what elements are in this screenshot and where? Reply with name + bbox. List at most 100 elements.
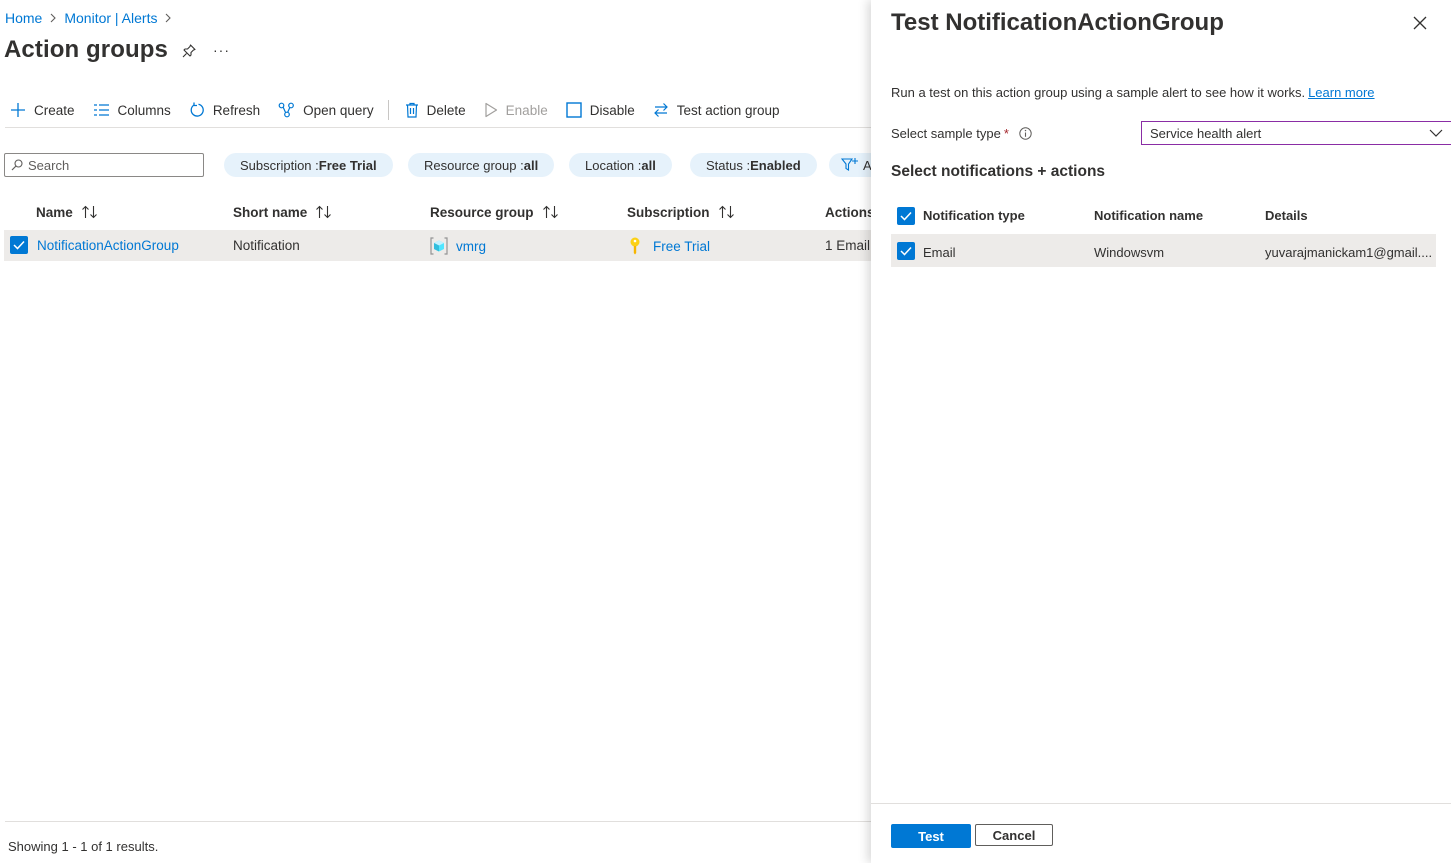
resource-group-icon — [430, 237, 448, 255]
filter-status-key: Status : — [706, 157, 751, 173]
search-box[interactable] — [4, 153, 204, 177]
search-icon — [11, 159, 23, 171]
add-filter-button[interactable]: A — [829, 153, 871, 177]
add-filter-label: A — [863, 157, 871, 173]
more-options-icon[interactable]: ··· — [213, 42, 230, 58]
filter-subscription-value: Free Trial — [318, 157, 377, 173]
key-icon — [630, 237, 640, 255]
open-query-button[interactable]: Open query — [268, 98, 382, 122]
row-subscription-link[interactable]: Free Trial — [653, 239, 710, 254]
test-action-group-panel: Test NotificationActionGroup Run a test … — [871, 0, 1451, 863]
swap-arrows-icon — [653, 103, 668, 117]
disable-button[interactable]: Disable — [556, 98, 643, 122]
notification-row-checkbox[interactable] — [897, 242, 915, 260]
column-header-short-name[interactable]: Short name — [233, 202, 333, 222]
column-header-notification-name: Notification name — [1094, 208, 1204, 223]
column-header-notification-type: Notification type — [923, 208, 1025, 223]
panel-footer-divider — [871, 803, 1451, 804]
sort-icon[interactable] — [542, 205, 560, 219]
delete-label: Delete — [426, 102, 466, 118]
refresh-label: Refresh — [212, 102, 261, 118]
required-marker: * — [1003, 126, 1009, 141]
page-title: Action groups — [4, 36, 168, 63]
learn-more-link[interactable]: Learn more — [1308, 85, 1374, 100]
search-input[interactable] — [28, 157, 188, 173]
column-header-actions[interactable]: Actions — [825, 202, 871, 222]
test-action-group-label: Test action group — [676, 102, 780, 118]
delete-button[interactable]: Delete — [395, 98, 474, 122]
test-action-group-button[interactable]: Test action group — [643, 98, 788, 122]
refresh-icon — [190, 102, 204, 117]
filter-location-value: all — [641, 157, 656, 173]
command-bar: Create Columns Refresh Open query Delete… — [0, 98, 788, 122]
columns-button[interactable]: Columns — [83, 98, 179, 122]
enable-button[interactable]: Enable — [474, 98, 556, 122]
notification-type-cell: Email — [923, 245, 956, 260]
checkmark-icon — [10, 236, 28, 254]
create-button[interactable]: Create — [0, 98, 83, 122]
footer-divider — [5, 821, 871, 822]
filter-resource-group-key: Resource group : — [424, 157, 524, 173]
refresh-button[interactable]: Refresh — [179, 98, 268, 122]
notification-details-cell: yuvarajmanickam1@gmail.... — [1265, 245, 1433, 260]
row-checkbox[interactable] — [10, 236, 28, 254]
column-header-subscription[interactable]: Subscription — [627, 202, 736, 222]
column-header-resource-group[interactable]: Resource group — [430, 202, 560, 222]
sort-icon[interactable] — [718, 205, 736, 219]
sample-type-label: Select sample type * — [891, 126, 1032, 141]
stop-icon — [566, 102, 582, 118]
filter-location[interactable]: Location : all — [569, 153, 672, 177]
panel-description-text: Run a test on this action group using a … — [891, 85, 1306, 100]
row-short-name: Notification — [233, 238, 300, 253]
open-query-label: Open query — [303, 102, 374, 118]
filter-status[interactable]: Status : Enabled — [690, 153, 817, 177]
action-groups-blade: Home Monitor | Alerts Action groups ··· … — [0, 0, 871, 863]
filter-subscription[interactable]: Subscription : Free Trial — [224, 153, 393, 177]
panel-description: Run a test on this action group using a … — [891, 85, 1375, 100]
breadcrumb-home[interactable]: Home — [5, 10, 42, 26]
filter-subscription-key: Subscription : — [240, 157, 319, 173]
add-filter-icon — [841, 158, 858, 171]
play-icon — [485, 102, 497, 118]
notification-name-cell: Windowsvm — [1094, 245, 1165, 260]
filter-resource-group-value: all — [523, 157, 539, 173]
toolbar-divider-line — [5, 127, 871, 128]
filter-resource-group[interactable]: Resource group : all — [408, 153, 555, 177]
breadcrumb-monitor-alerts[interactable]: Monitor | Alerts — [64, 10, 157, 26]
disable-label: Disable — [589, 102, 635, 118]
enable-label: Enable — [505, 102, 548, 118]
chevron-down-icon — [1429, 129, 1443, 137]
cancel-button[interactable]: Cancel — [975, 824, 1053, 846]
trash-icon — [405, 102, 418, 118]
checkmark-icon — [900, 211, 912, 221]
row-subscription[interactable]: Free Trial — [627, 237, 710, 255]
panel-title: Test NotificationActionGroup — [891, 9, 1224, 36]
close-icon[interactable] — [1412, 15, 1428, 31]
columns-label: Columns — [117, 102, 171, 118]
sample-type-dropdown[interactable]: Service health alert — [1141, 121, 1451, 145]
column-header-details: Details — [1265, 208, 1308, 223]
results-count: Showing 1 - 1 of 1 results. — [8, 839, 159, 854]
test-button[interactable]: Test — [891, 824, 971, 848]
row-resource-group-link[interactable]: vmrg — [456, 239, 486, 254]
row-resource-group[interactable]: vmrg — [430, 237, 486, 255]
query-icon — [278, 102, 294, 118]
chevron-right-icon — [164, 13, 172, 23]
sort-icon[interactable] — [315, 205, 333, 219]
chevron-right-icon — [49, 13, 57, 23]
sort-icon[interactable] — [81, 205, 99, 219]
column-header-name[interactable]: Name — [36, 202, 99, 222]
filter-location-key: Location : — [585, 157, 642, 173]
select-all-checkbox[interactable] — [897, 207, 915, 225]
column-header-label: Name — [36, 204, 73, 220]
row-name-link[interactable]: NotificationActionGroup — [37, 238, 179, 253]
info-icon[interactable] — [1019, 127, 1032, 140]
column-header-label: Actions — [825, 204, 871, 220]
pin-icon[interactable] — [181, 43, 197, 59]
create-label: Create — [34, 102, 75, 118]
breadcrumb: Home Monitor | Alerts — [5, 9, 179, 27]
column-header-label: Subscription — [627, 204, 710, 220]
columns-icon — [93, 104, 109, 116]
sample-type-label-text: Select sample type — [891, 126, 1001, 141]
section-title: Select notifications + actions — [891, 163, 1106, 180]
